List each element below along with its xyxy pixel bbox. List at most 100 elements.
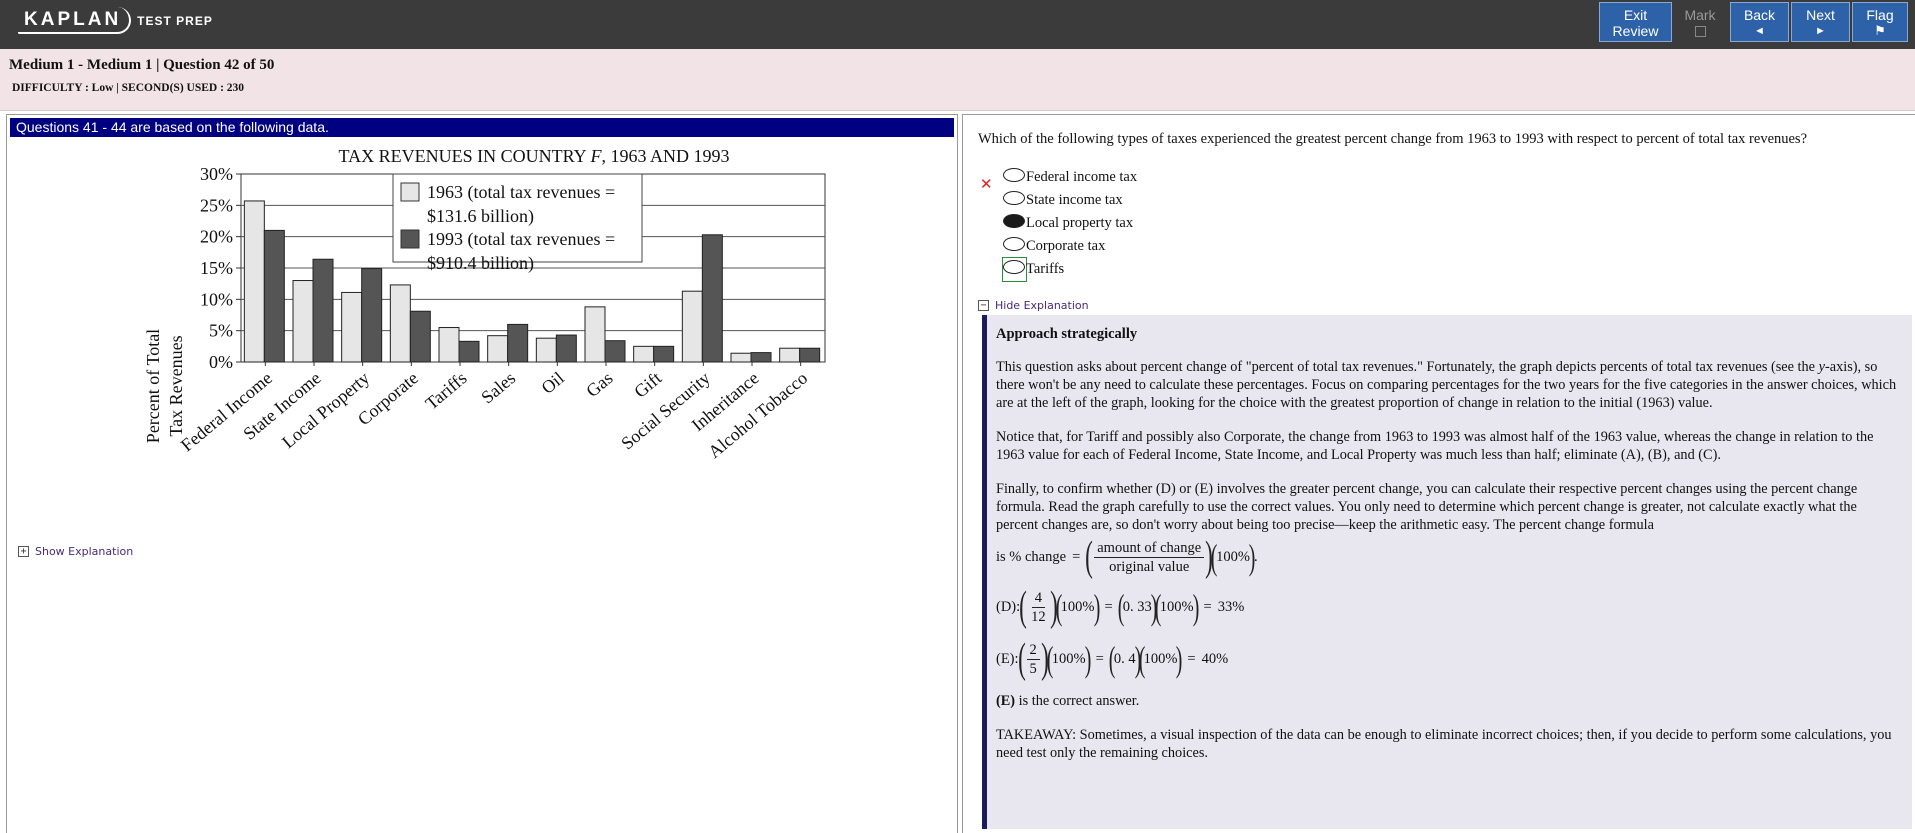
show-explanation-label: Show Explanation — [35, 545, 134, 558]
mark-checkbox-icon — [1694, 26, 1706, 37]
radio-button[interactable] — [1003, 191, 1025, 205]
y-tick-label: 30% — [200, 164, 233, 184]
choice-label: Corporate tax — [1026, 238, 1106, 254]
choice-e[interactable]: Tariffs — [1002, 257, 1064, 282]
question-stem: Which of the following types of taxes ex… — [978, 131, 1808, 147]
choice-label: Federal income tax — [1026, 169, 1138, 185]
formula-numerator: amount of change — [1094, 539, 1205, 558]
stimulus-pane[interactable]: Questions 41 - 44 are based on the follo… — [6, 114, 958, 833]
bar-1963-gas — [584, 306, 606, 363]
exit-review-line2: Review — [1612, 23, 1659, 39]
choice-b[interactable]: State income tax — [1003, 191, 1123, 210]
y-tick-label: 25% — [200, 195, 233, 215]
x-tick-label: Oil — [537, 368, 567, 398]
legend-1993-line1: 1993 (total tax revenues = — [427, 229, 615, 250]
bar-1963-corporate — [389, 284, 411, 363]
bar-1963-local-property — [341, 291, 363, 363]
mark-label: Mark — [1684, 7, 1716, 23]
explanation-paragraph-3: Finally, to confirm whether (D) or (E) i… — [996, 481, 1858, 533]
bar-1993-gift — [653, 345, 675, 363]
y-tick-label: 20% — [200, 227, 233, 247]
bar-1963-sales — [487, 335, 509, 363]
x-axis: Federal IncomeState IncomeLocal Property… — [177, 362, 811, 462]
back-label: Back — [1743, 7, 1776, 23]
choice-d[interactable]: Corporate tax — [1003, 237, 1105, 256]
bar-1963-inheritance — [730, 352, 752, 363]
bar-1963-state-income — [292, 280, 314, 363]
bar-1963-alcohol-tobacco — [779, 347, 801, 363]
explanation-heading: Approach strategically — [996, 326, 1138, 342]
exit-review-line1: Exit — [1623, 7, 1648, 23]
bar-1993-gas — [604, 340, 626, 363]
percent-change-formula: is % change = ( amount of change original … — [996, 534, 1258, 580]
next-label: Next — [1806, 7, 1835, 23]
question-info-bar: Medium 1 - Medium 1 | Question 42 of 50 … — [0, 49, 1915, 111]
collapse-icon: − — [978, 300, 989, 311]
bar-1993-federal-income — [263, 229, 285, 363]
calculation-e: (E): ( 25 )(100%) = (0. 4)(100%) = 40% — [996, 636, 1229, 682]
explanation-paragraph-1: This question asks about percent change … — [996, 359, 1897, 411]
explanation-paragraph-2: Notice that, for Tariff and possibly als… — [996, 429, 1874, 463]
bar-1993-sales — [507, 323, 529, 363]
radio-button[interactable] — [1003, 168, 1025, 182]
bar-1993-social-security — [701, 234, 723, 363]
formula-denominator: original value — [1109, 558, 1190, 575]
bar-1963-federal-income — [243, 200, 265, 363]
radio-button[interactable] — [1003, 237, 1025, 251]
mark-button[interactable]: Mark — [1675, 2, 1725, 42]
y-tick-label: 5% — [209, 321, 233, 341]
takeaway: TAKEAWAY: Sometimes, a visual inspection… — [996, 727, 1892, 761]
choice-label: State income tax — [1026, 192, 1123, 208]
question-pane[interactable]: Which of the following types of taxes ex… — [962, 114, 1915, 833]
choice-c[interactable]: Local property tax — [1003, 214, 1133, 233]
stimulus-header: Questions 41 - 44 are based on the follo… — [10, 118, 954, 137]
choice-label: Local property tax — [1026, 215, 1134, 231]
bar-1963-gift — [633, 345, 655, 363]
flag-icon: ⚑ — [1874, 23, 1886, 38]
y-tick-label: 0% — [209, 352, 233, 372]
bar-1963-social-security — [681, 290, 703, 363]
legend-swatch-1963 — [400, 182, 420, 202]
radio-button[interactable] — [1003, 260, 1025, 274]
bar-1963-oil — [535, 337, 557, 363]
legend-swatch-1993 — [400, 229, 420, 249]
hide-explanation-link[interactable]: − Hide Explanation — [978, 299, 1089, 312]
hide-explanation-label: Hide Explanation — [995, 299, 1089, 312]
x-tick-label: Sales — [477, 368, 519, 408]
show-explanation-link[interactable]: + Show Explanation — [18, 545, 133, 558]
radio-button-selected[interactable] — [1003, 214, 1025, 228]
choice-a[interactable]: Federal income tax — [1003, 168, 1137, 187]
bar-chart: TAX REVENUES IN COUNTRY F, 1963 AND 1993… — [143, 146, 826, 462]
bar-1993-inheritance — [750, 352, 772, 363]
logo-subtitle: TEST PREP — [137, 13, 213, 28]
next-button[interactable]: Next ► — [1791, 2, 1850, 42]
incorrect-answer-icon: ✕ — [980, 175, 993, 193]
x-tick-label: Gift — [630, 368, 665, 402]
expand-icon: + — [18, 546, 29, 557]
flag-button[interactable]: Flag ⚑ — [1852, 2, 1908, 42]
y-tick-label: 15% — [200, 258, 233, 278]
logo-brand: KAPLAN — [18, 7, 132, 34]
correct-answer-statement: (E) is the correct answer. — [996, 693, 1140, 709]
back-arrow-icon: ◄ — [1754, 25, 1765, 37]
flag-label: Flag — [1866, 7, 1894, 23]
back-button[interactable]: Back ◄ — [1730, 2, 1789, 42]
exit-review-button[interactable]: Exit Review — [1599, 2, 1672, 42]
bar-1993-corporate — [409, 310, 431, 363]
x-tick-label: Tariffs — [421, 368, 470, 414]
x-tick-label: Gas — [582, 368, 616, 401]
y-axis-label: Percent of Total Tax Revenues — [143, 329, 186, 443]
bar-1993-local-property — [361, 268, 383, 363]
chart-title: TAX REVENUES IN COUNTRY F, 1963 AND 1993 — [339, 146, 730, 166]
bar-1963-tariffs — [438, 327, 460, 363]
bar-1993-state-income — [312, 258, 334, 363]
calculation-e-result: 40% — [1201, 651, 1229, 667]
bar-1993-tariffs — [458, 340, 480, 363]
kaplan-logo: KAPLAN TEST PREP — [18, 7, 213, 34]
legend-1963-line1: 1963 (total tax revenues = — [427, 182, 615, 203]
legend-1963-line2: $131.6 billion) — [427, 206, 534, 227]
question-stats: DIFFICULTY : Low | SECOND(S) USED : 230 — [12, 82, 245, 94]
legend-1993-line2: $910.4 billion) — [427, 253, 534, 274]
next-arrow-icon: ► — [1815, 25, 1826, 37]
y-axis: 0% 5% 10% 15% 20% 25% 30% — [200, 164, 241, 372]
